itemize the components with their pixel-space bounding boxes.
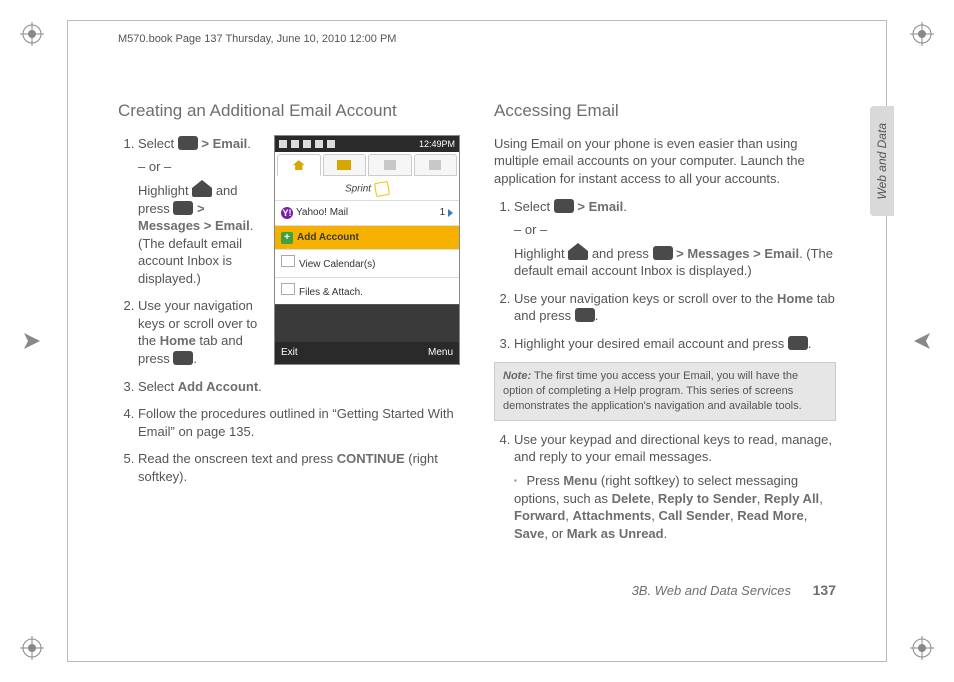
phone-carrier: Sprint [275,178,459,200]
step-2: Use your navigation keys or scroll over … [514,290,836,325]
ok-key-icon [575,308,595,322]
section-tab-label: Web and Data [874,123,890,200]
registration-target-icon [910,329,934,353]
intro-paragraph: Using Email on your phone is even easier… [494,135,836,188]
phone-status-bar: 12:49PM [275,136,459,152]
note-box: Note: The first time you access your Ema… [494,362,836,421]
calendar-icon [281,255,295,267]
note-label: Note: [503,370,531,382]
phone-row-yahoo: Y! Yahoo! Mail 1 [275,200,459,225]
registration-target-icon [20,329,44,353]
page-footer: 3B. Web and Data Services 137 [632,581,836,600]
registration-mark-icon [20,22,44,46]
menu-key-icon [554,199,574,213]
phone-softkey-right: Menu [428,346,453,360]
steps-access: Select > Email. – or – Highlight and pre… [494,198,836,353]
phone-time: 12:49PM [419,138,455,150]
menu-key-icon [173,201,193,215]
files-icon [281,283,295,295]
step-1: Select > Email. – or – Highlight and pre… [514,198,836,280]
yahoo-icon: Y! [281,207,293,219]
or-divider: – or – [514,221,836,239]
home-key-icon [568,246,588,260]
phone-tab-home [277,154,321,176]
step-4: Use your keypad and directional keys to … [514,431,836,542]
registration-mark-icon [910,22,934,46]
substep-menu-options: Press Menu (right softkey) to select mes… [514,472,836,542]
footer-section: 3B. Web and Data Services [632,583,791,598]
phone-row-add-account: +Add Account [275,225,459,250]
left-column: Creating an Additional Email Account 12:… [118,100,460,612]
phone-tab-other [414,154,458,176]
ok-key-icon [173,351,193,365]
menu-key-icon [178,136,198,150]
phone-softkeys: Exit Menu [275,342,459,364]
heading-accessing-email: Accessing Email [494,100,836,123]
home-key-icon [192,183,212,197]
chevron-right-icon [448,209,453,217]
phone-tabs [275,152,459,178]
phone-screenshot: 12:49PM Sprint Y! Yahoo! Mail 1 +Add Acc… [274,135,460,365]
phone-row-files: Files & Attach. [275,277,459,305]
section-tab: Web and Data [870,106,894,216]
registration-mark-icon [910,636,934,660]
imprint-line: M570.book Page 137 Thursday, June 10, 20… [118,32,396,47]
step-3: Select Add Account. [138,378,460,396]
steps-access-cont: Use your keypad and directional keys to … [494,431,836,542]
plus-icon: + [281,232,293,244]
footer-page-number: 137 [813,582,836,598]
phone-row-calendar: View Calendar(s) [275,249,459,277]
step-3: Highlight your desired email account and… [514,335,836,353]
phone-tab-mail [323,154,367,176]
right-column: Accessing Email Using Email on your phon… [494,100,836,612]
menu-key-icon [653,246,673,260]
phone-tab-other [368,154,412,176]
heading-create-account: Creating an Additional Email Account [118,100,460,123]
step-5: Read the onscreen text and press CONTINU… [138,450,460,485]
ok-key-icon [788,336,808,350]
step-4: Follow the procedures outlined in “Getti… [138,405,460,440]
registration-mark-icon [20,636,44,660]
phone-softkey-left: Exit [281,346,298,360]
substeps: Press Menu (right softkey) to select mes… [514,472,836,542]
note-body: The first time you access your Email, yo… [503,370,802,412]
